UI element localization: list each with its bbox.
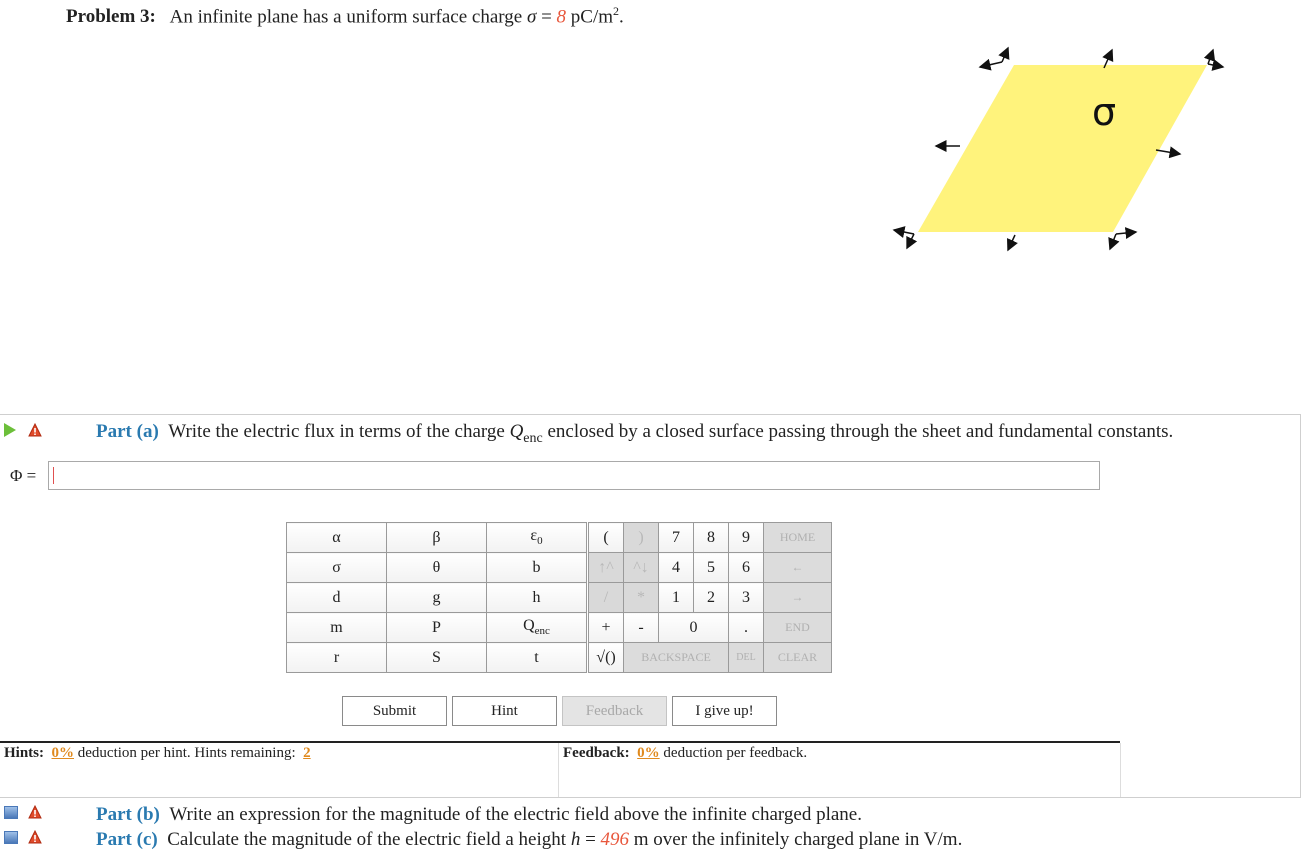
variable-keypad: α β ε0 σ θ b d g h m P Qenc r S t (286, 522, 587, 673)
hint-deduction-pct: 0% (51, 745, 75, 761)
feedback-deduction-pct: 0% (637, 745, 660, 761)
key-b[interactable]: b (486, 552, 587, 583)
part-c-text-1: Calculate the magnitude of the electric … (167, 829, 567, 850)
key-r[interactable]: r (286, 642, 387, 673)
part-b-question: Part (b) Write an expression for the mag… (96, 804, 862, 826)
key-minus[interactable]: - (623, 612, 659, 643)
key-P[interactable]: P (386, 612, 487, 643)
warning-icon (28, 423, 42, 437)
submit-button[interactable]: Submit (342, 696, 447, 726)
sigma-symbol: σ (526, 6, 537, 28)
document-icon[interactable] (4, 806, 18, 819)
part-a-text-2: enclosed by a closed surface passing thr… (547, 421, 1174, 442)
part-a-text-1: Write the electric flux in terms of the … (168, 421, 505, 442)
h-symbol: h (570, 829, 581, 850)
key-7[interactable]: 7 (658, 522, 694, 553)
key-open-paren[interactable]: ( (588, 522, 624, 553)
key-4[interactable]: 4 (658, 552, 694, 583)
key-plus[interactable]: + (588, 612, 624, 643)
q-enc-symbol: Q (509, 421, 524, 442)
key-sqrt[interactable]: √() (588, 642, 624, 673)
key-del[interactable]: DEL (728, 642, 764, 673)
diagram-sigma-label: σ (1092, 90, 1116, 134)
feedback-text: deduction per feedback. (663, 745, 808, 761)
part-a-question: Part (a) Write the electric flux in term… (96, 421, 1173, 447)
feedback-button[interactable]: Feedback (562, 696, 667, 726)
hints-info: Hints: 0% deduction per hint. Hints rema… (4, 745, 311, 762)
part-a-label: Part (a) (96, 421, 159, 442)
h-value: 496 (600, 829, 630, 850)
sigma-value: 8 (556, 6, 567, 28)
hints-feedback-border (1120, 743, 1121, 797)
part-b-text: Write an expression for the magnitude of… (169, 804, 862, 825)
key-S[interactable]: S (386, 642, 487, 673)
warning-icon (28, 830, 42, 844)
play-icon[interactable] (4, 423, 16, 437)
operator-keypad: ( ) 7 8 9 HOME ↑^ ^↓ 4 5 6 ← / * 1 2 3 →… (588, 522, 832, 673)
plane-surface (918, 65, 1207, 232)
key-alpha[interactable]: α (286, 522, 387, 553)
charged-plane-diagram: σ (892, 46, 1225, 252)
period: . (619, 6, 624, 28)
key-beta[interactable]: β (386, 522, 487, 553)
part-c-label: Part (c) (96, 829, 158, 850)
key-epsilon0[interactable]: ε0 (486, 522, 587, 553)
warning-icon (28, 805, 42, 819)
hints-text: deduction per hint. Hints remaining: (77, 745, 296, 761)
key-clear[interactable]: CLEAR (763, 642, 832, 673)
key-superscript-down[interactable]: ^↓ (623, 552, 659, 583)
q-enc-subscript: enc (523, 430, 543, 446)
key-qenc[interactable]: Qenc (486, 612, 587, 643)
key-backspace[interactable]: BACKSPACE (623, 642, 729, 673)
unit: pC/m (570, 6, 614, 28)
key-9[interactable]: 9 (728, 522, 764, 553)
part-b-label: Part (b) (96, 804, 160, 825)
key-divide[interactable]: / (588, 582, 624, 613)
key-3[interactable]: 3 (728, 582, 764, 613)
key-g[interactable]: g (386, 582, 487, 613)
document-icon[interactable] (4, 831, 18, 844)
key-2[interactable]: 2 (693, 582, 729, 613)
key-right-arrow[interactable]: → (763, 582, 832, 613)
key-0[interactable]: 0 (658, 612, 729, 643)
key-5[interactable]: 5 (693, 552, 729, 583)
answer-label: Φ = (10, 466, 37, 485)
feedback-label: Feedback: (563, 745, 630, 761)
text-cursor (53, 467, 54, 484)
key-sigma[interactable]: σ (286, 552, 387, 583)
key-t[interactable]: t (486, 642, 587, 673)
key-left-arrow[interactable]: ← (763, 552, 832, 583)
hints-feedback-separator (558, 743, 559, 797)
key-1[interactable]: 1 (658, 582, 694, 613)
problem-statement: Problem 3: An infinite plane has a unifo… (66, 4, 624, 28)
problem-text: An infinite plane has a uniform surface … (169, 6, 523, 28)
equals-sign: = (541, 6, 552, 28)
hints-feedback-divider (0, 741, 1120, 743)
hints-label: Hints: (4, 745, 45, 761)
part-c-equals: = (585, 829, 596, 850)
part-c-question: Part (c) Calculate the magnitude of the … (96, 829, 962, 851)
key-m[interactable]: m (286, 612, 387, 643)
feedback-info: Feedback: 0% deduction per feedback. (563, 745, 807, 762)
key-6[interactable]: 6 (728, 552, 764, 583)
hints-remaining-count: 2 (303, 745, 311, 761)
key-8[interactable]: 8 (693, 522, 729, 553)
key-home[interactable]: HOME (763, 522, 832, 553)
give-up-button[interactable]: I give up! (672, 696, 777, 726)
key-decimal[interactable]: . (728, 612, 764, 643)
hint-button[interactable]: Hint (452, 696, 557, 726)
part-c-text-2: m over the infinitely charged plane in V… (633, 829, 963, 850)
key-theta[interactable]: θ (386, 552, 487, 583)
key-end[interactable]: END (763, 612, 832, 643)
key-superscript-up[interactable]: ↑^ (588, 552, 624, 583)
answer-input[interactable] (48, 461, 1100, 490)
problem-label: Problem 3: (66, 6, 156, 28)
key-close-paren[interactable]: ) (623, 522, 659, 553)
key-d[interactable]: d (286, 582, 387, 613)
key-multiply[interactable]: * (623, 582, 659, 613)
key-h[interactable]: h (486, 582, 587, 613)
